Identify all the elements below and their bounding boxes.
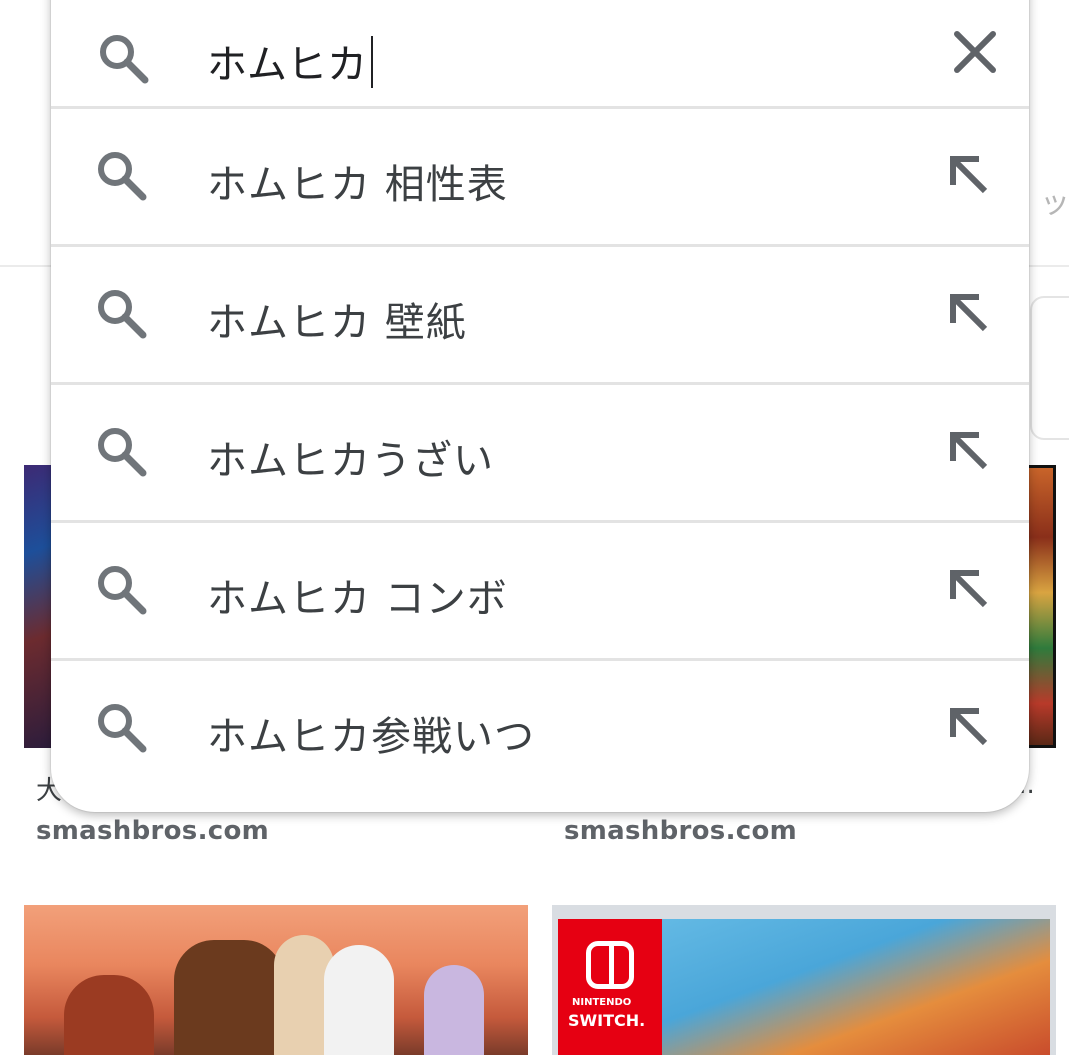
- arrow-up-left-icon[interactable]: [939, 421, 999, 481]
- search-bar[interactable]: ホムヒカ: [51, 0, 1029, 106]
- tab-label-partial[interactable]: ッ: [1040, 178, 1069, 222]
- suggestion-item[interactable]: ホムヒカ 壁紙: [51, 247, 1029, 382]
- arrow-up-left-icon[interactable]: [939, 697, 999, 757]
- search-icon: [98, 566, 147, 615]
- image-result-thumbnail[interactable]: [24, 905, 528, 1055]
- image-result-source: smashbros.com: [564, 816, 798, 846]
- search-input[interactable]: ホムヒカ: [207, 32, 373, 90]
- image-result-thumbnail[interactable]: NINTENDO SWITCH.: [552, 905, 1056, 1055]
- text-cursor: [371, 36, 373, 88]
- search-icon: [98, 428, 147, 477]
- suggestion-item[interactable]: ホムヒカ 相性表: [51, 109, 1029, 244]
- image-result-source: smashbros.com: [36, 816, 270, 846]
- suggestion-item[interactable]: ホムヒカ参戦いつ: [51, 661, 1029, 796]
- arrow-up-left-icon[interactable]: [939, 559, 999, 619]
- suggestion-item[interactable]: ホムヒカうざい: [51, 385, 1029, 520]
- suggestion-item[interactable]: ホムヒカ コンボ: [51, 523, 1029, 658]
- nintendo-switch-logo: NINTENDO SWITCH.: [558, 919, 662, 1055]
- suggestion-text: ホムヒカ コンボ: [207, 576, 508, 622]
- suggestion-text: ホムヒカ 相性表: [207, 162, 508, 208]
- search-icon: [98, 290, 147, 339]
- search-icon: [100, 35, 149, 84]
- search-icon: [98, 704, 147, 753]
- arrow-up-left-icon[interactable]: [939, 145, 999, 205]
- search-icon: [98, 152, 147, 201]
- search-suggestions-dropdown: ホムヒカ ホムヒカ 相性表 ホムヒカ 壁紙 ホムヒカうざい ホムヒカ コンボ ホ…: [51, 0, 1029, 812]
- suggestion-text: ホムヒカ 壁紙: [207, 300, 467, 346]
- filter-chip[interactable]: [1030, 296, 1069, 440]
- arrow-up-left-icon[interactable]: [939, 283, 999, 343]
- suggestion-text: ホムヒカうざい: [207, 438, 494, 484]
- suggestion-text: ホムヒカ参戦いつ: [207, 714, 535, 760]
- close-icon[interactable]: [945, 22, 1005, 82]
